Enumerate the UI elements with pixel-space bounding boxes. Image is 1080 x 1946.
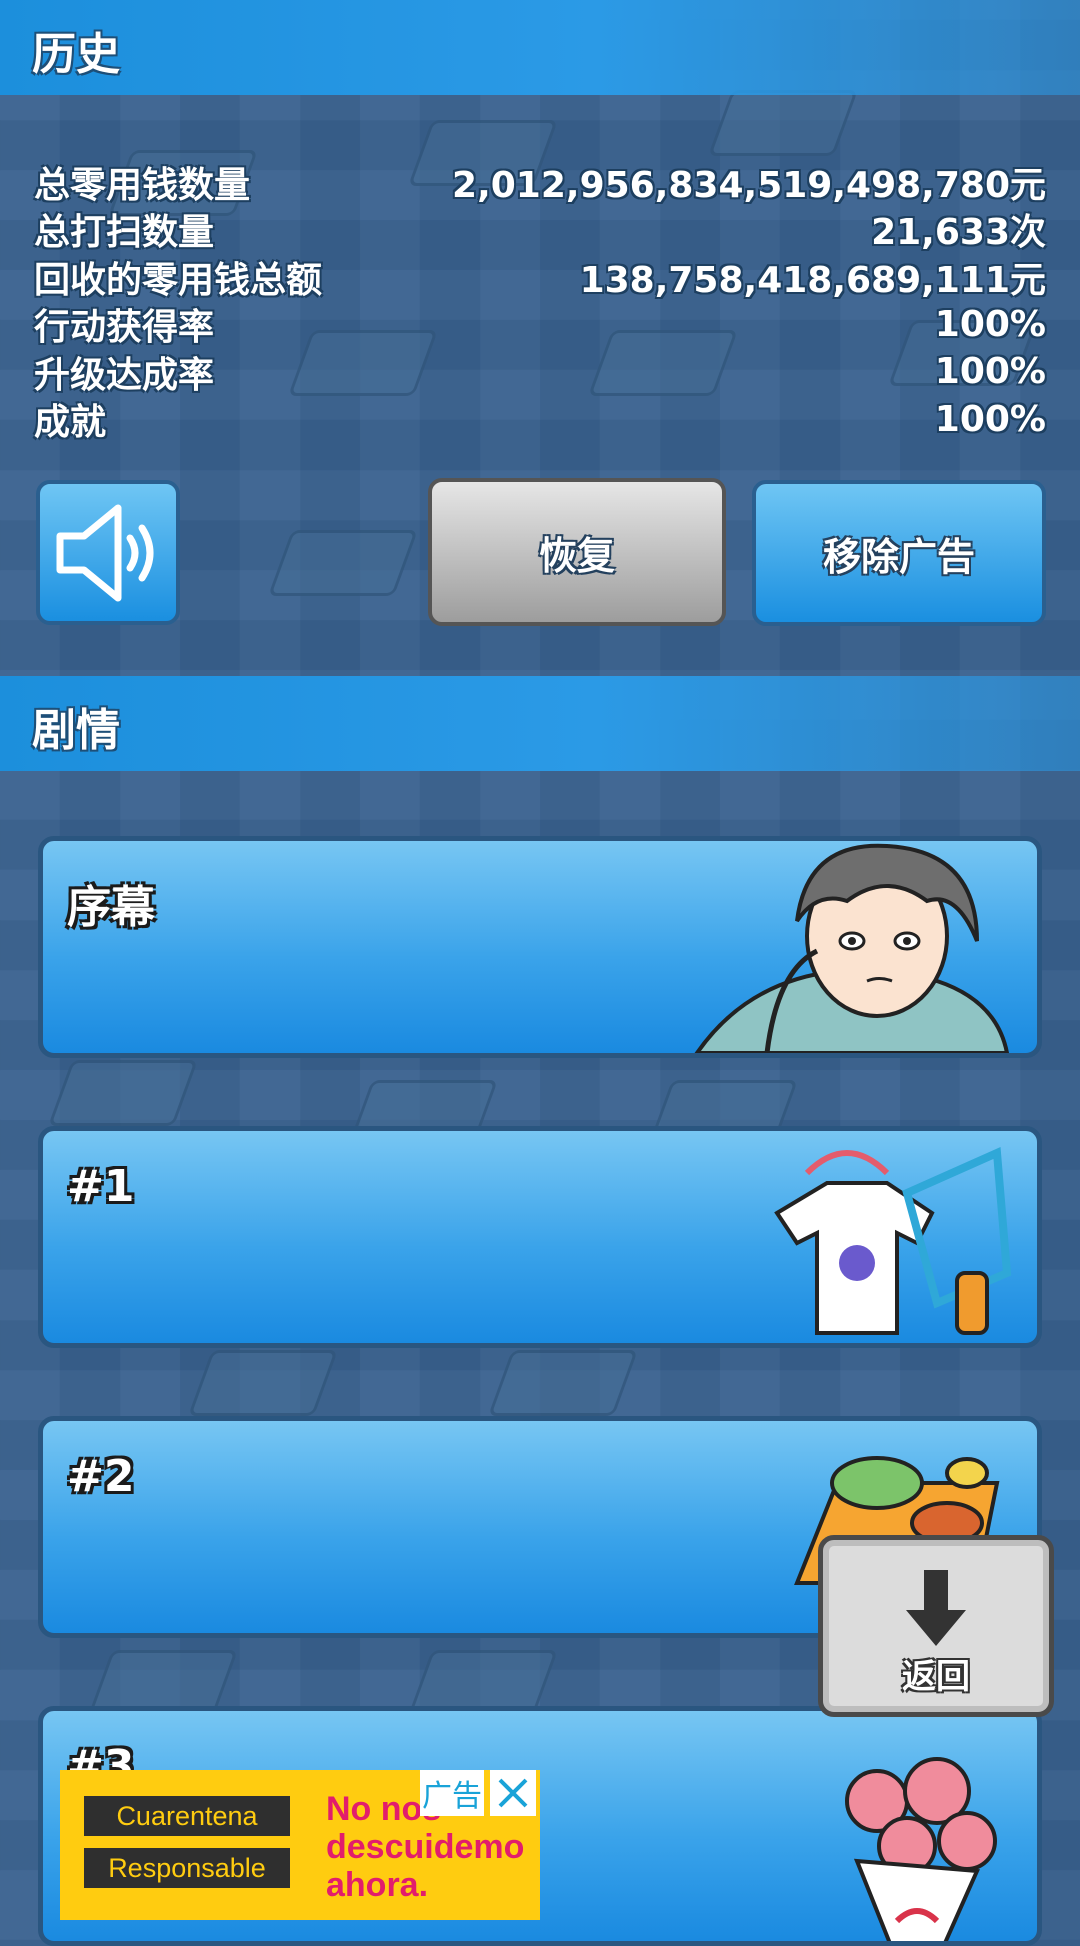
stat-row: 总打扫数量 21,633次 <box>34 206 1046 254</box>
stat-label: 升级达成率 <box>34 354 215 396</box>
close-icon <box>498 1778 528 1808</box>
stat-label: 总零用钱数量 <box>34 164 251 206</box>
stat-label: 回收的零用钱总额 <box>34 259 323 301</box>
back-button[interactable]: 返回 <box>818 1535 1054 1717</box>
stat-value: 138,758,418,689,111元 <box>579 259 1046 301</box>
stat-row: 总零用钱数量 2,012,956,834,519,498,780元 <box>34 158 1046 206</box>
stat-value: 100% <box>934 398 1046 440</box>
story-title: 剧情 <box>32 705 120 756</box>
ad-label: 广告 <box>420 1770 484 1816</box>
character-portrait-icon <box>694 843 1010 1053</box>
chapter-label: #1 <box>67 1161 135 1212</box>
stats-list: 总零用钱数量 2,012,956,834,519,498,780元 总打扫数量 … <box>34 158 1046 444</box>
stat-value: 100% <box>934 303 1046 345</box>
stat-row: 升级达成率 100% <box>34 348 1046 396</box>
remove-ads-button[interactable]: 移除广告 <box>752 480 1046 626</box>
history-title: 历史 <box>32 29 120 80</box>
chapter-card-prologue[interactable]: 序幕 <box>38 836 1042 1058</box>
history-header: 历史 <box>0 0 1080 95</box>
stat-row: 回收的零用钱总额 138,758,418,689,111元 <box>34 253 1046 301</box>
ad-text-box: Cuarentena <box>84 1796 290 1836</box>
stat-value: 21,633次 <box>871 212 1046 254</box>
speaker-icon <box>56 504 154 601</box>
stat-value: 2,012,956,834,519,498,780元 <box>452 164 1046 206</box>
chapter-label: 序幕 <box>67 882 155 933</box>
laundry-icon <box>774 1147 1012 1335</box>
arrow-down-icon <box>906 1570 966 1646</box>
stat-row: 行动获得率 100% <box>34 301 1046 349</box>
stat-value: 100% <box>934 351 1046 393</box>
ad-banner[interactable]: Cuarentena Responsable No nos descuidemo… <box>60 1770 540 1920</box>
stat-row: 成就 100% <box>34 396 1046 444</box>
sound-toggle-button[interactable] <box>36 480 180 625</box>
ad-close-button[interactable] <box>490 1770 536 1816</box>
back-label: 返回 <box>902 1657 970 1697</box>
restore-button[interactable]: 恢复 <box>428 478 726 626</box>
ad-text-box: Responsable <box>84 1848 290 1888</box>
flower-bouquet-icon <box>845 1757 997 1941</box>
stat-label: 总打扫数量 <box>34 212 215 254</box>
stat-label: 成就 <box>34 402 107 444</box>
chapter-label: #2 <box>67 1451 135 1502</box>
story-header: 剧情 <box>0 676 1080 771</box>
stat-label: 行动获得率 <box>34 307 215 349</box>
chapter-card-1[interactable]: #1 <box>38 1126 1042 1348</box>
